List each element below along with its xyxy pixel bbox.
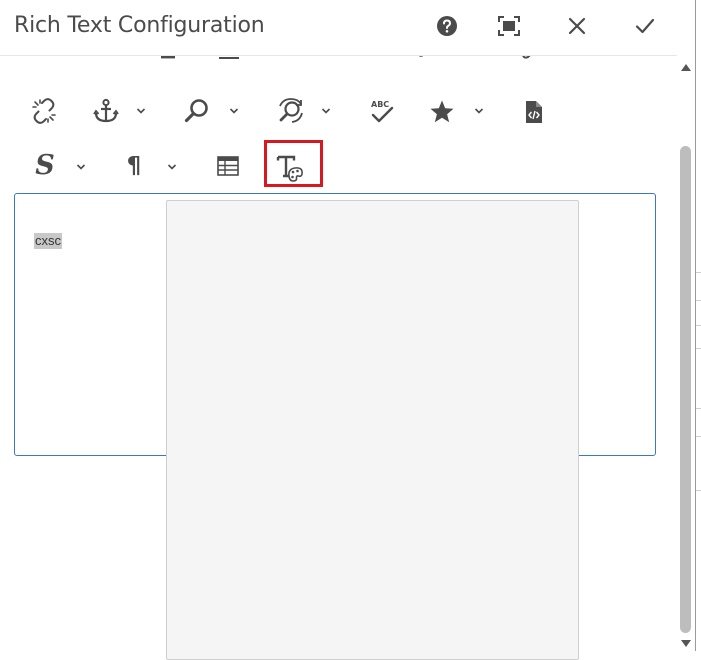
table-icon xyxy=(217,156,239,176)
anchor-icon xyxy=(93,98,119,124)
paragraph-format-dropdown-chevron-icon[interactable] xyxy=(167,163,177,171)
help-icon xyxy=(436,15,458,37)
source-edit-button[interactable] xyxy=(522,98,546,126)
styles-s-icon: S xyxy=(35,151,55,181)
background-page-edge xyxy=(695,0,701,651)
paragraph-format-icon: ¶ xyxy=(127,151,142,181)
help-button[interactable] xyxy=(431,10,463,42)
dialog-header: Rich Text Configuration xyxy=(0,0,677,56)
close-icon xyxy=(568,17,586,35)
dialog-title: Rich Text Configuration xyxy=(14,13,265,38)
find-replace-dropdown-chevron-icon[interactable] xyxy=(321,107,331,115)
source-edit-icon xyxy=(524,100,544,124)
editor-selected-text[interactable]: cxsc xyxy=(34,233,62,249)
close-button[interactable] xyxy=(561,10,593,42)
spellcheck-button[interactable]: ABC xyxy=(369,98,395,126)
dialog-scrollbar[interactable] xyxy=(677,0,695,651)
styles-dropdown-chevron-icon[interactable] xyxy=(76,163,86,171)
scrollbar-thumb[interactable] xyxy=(680,146,691,633)
anchor-button[interactable] xyxy=(93,98,119,124)
styles-button[interactable]: S xyxy=(33,150,57,182)
rich-text-config-dialog: Rich Text Configuration xyxy=(0,0,677,651)
table-button[interactable] xyxy=(216,154,240,178)
scroll-up-arrow-icon[interactable] xyxy=(680,62,692,72)
spellcheck-badge-text: ABC xyxy=(371,100,389,109)
find-dropdown-chevron-icon[interactable] xyxy=(229,107,239,115)
special-char-star-icon xyxy=(429,99,455,125)
special-characters-button[interactable] xyxy=(428,98,456,126)
find-replace-button[interactable] xyxy=(276,97,304,125)
done-button[interactable] xyxy=(629,10,661,42)
unlink-button[interactable] xyxy=(31,98,57,124)
find-icon xyxy=(184,98,210,124)
checkmark-icon xyxy=(635,17,655,35)
unlink-icon xyxy=(31,98,57,124)
special-characters-dropdown-chevron-icon[interactable] xyxy=(474,107,484,115)
scroll-down-arrow-icon[interactable] xyxy=(680,639,692,649)
highlight-box xyxy=(264,140,323,187)
paragraph-format-button[interactable]: ¶ xyxy=(122,150,146,182)
spellcheck-icon: ABC xyxy=(369,98,395,126)
anchor-dropdown-chevron-icon[interactable] xyxy=(136,107,146,115)
toolbar-row-3: S ¶ xyxy=(0,146,677,186)
fullscreen-button[interactable] xyxy=(493,10,525,42)
find-button[interactable] xyxy=(184,98,210,124)
toolbar-row-2: ABC xyxy=(0,92,677,132)
fullscreen-icon xyxy=(498,16,520,36)
text-style-popover[interactable] xyxy=(166,200,579,660)
find-replace-icon xyxy=(276,97,304,125)
